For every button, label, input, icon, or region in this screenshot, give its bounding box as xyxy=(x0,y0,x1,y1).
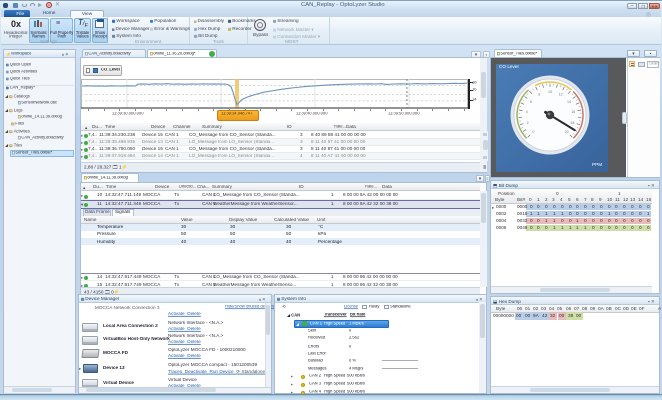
svg-text:2: 2 xyxy=(527,121,529,125)
svg-text:18: 18 xyxy=(570,121,574,125)
svg-text:14: 14 xyxy=(567,100,571,104)
svg-text:10: 10 xyxy=(548,90,552,94)
svg-text:0: 0 xyxy=(532,130,534,134)
svg-text:4: 4 xyxy=(526,110,528,114)
svg-text:20: 20 xyxy=(565,130,569,134)
svg-text:8: 8 xyxy=(538,93,540,97)
svg-text:16: 16 xyxy=(571,110,575,114)
svg-text:12: 12 xyxy=(559,93,563,97)
svg-text:6: 6 xyxy=(530,100,532,104)
